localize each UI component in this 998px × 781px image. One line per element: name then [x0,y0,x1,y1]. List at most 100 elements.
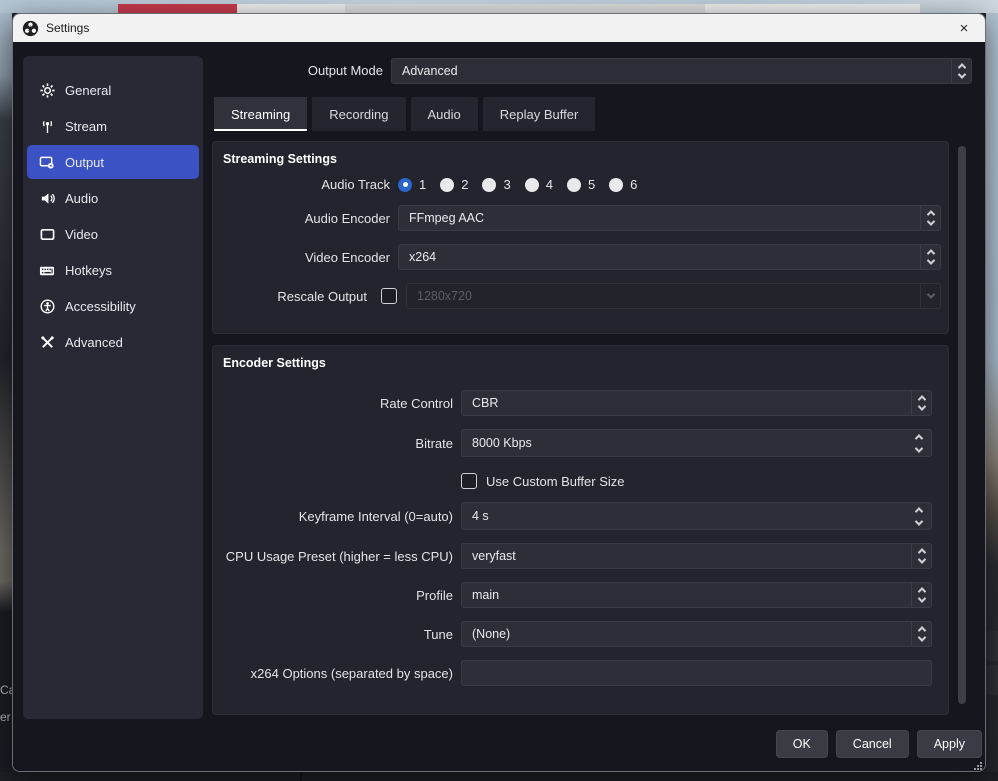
bitrate-label: Bitrate [213,436,453,451]
video-encoder-label: Video Encoder [213,250,390,265]
tab-streaming[interactable]: Streaming [214,97,307,131]
background-button-fragment [986,665,998,695]
cancel-button[interactable]: Cancel [836,730,909,758]
spinner-icon[interactable] [911,544,931,568]
desktop-background-left [0,13,12,781]
sidebar-item-advanced[interactable]: Advanced [27,325,199,359]
spinner-icon[interactable] [920,206,940,230]
sidebar-item-video[interactable]: Video [27,217,199,251]
sidebar-item-label: Video [65,227,98,242]
rate-control-select[interactable]: CBR [461,390,932,416]
video-encoder-select[interactable]: x264 [398,244,941,270]
sidebar: General Stream Output Audio [23,56,203,719]
desktop-background-bottom [0,772,998,781]
resize-grip[interactable] [974,762,982,770]
tab-recording[interactable]: Recording [312,97,405,131]
keyframe-interval-spinbox[interactable]: 4 s [461,502,932,530]
bitrate-spinbox[interactable]: 8000 Kbps [461,429,932,457]
output-mode-select[interactable]: Advanced [391,58,972,84]
audio-encoder-select[interactable]: FFmpeg AAC [398,205,941,231]
output-mode-label: Output Mode [13,63,383,78]
cpu-preset-select[interactable]: veryfast [461,543,932,569]
settings-window: Settings × General Stream Output [12,13,986,772]
spinner-icon[interactable] [911,391,931,415]
cpu-preset-label: CPU Usage Preset (higher = less CPU) [213,549,453,564]
gear-icon [39,82,55,98]
sidebar-item-label: Audio [65,191,98,206]
rate-control-label: Rate Control [213,396,453,411]
tune-select[interactable]: (None) [461,621,932,647]
audio-track-radio-5[interactable]: 5 [567,177,595,192]
sidebar-item-label: Stream [65,119,107,134]
ok-button[interactable]: OK [776,730,828,758]
sidebar-item-label: Advanced [65,335,123,350]
tab-audio[interactable]: Audio [411,97,478,131]
sidebar-item-audio[interactable]: Audio [27,181,199,215]
radio-icon [609,178,623,192]
encoder-settings-group: Encoder Settings Rate Control CBR Bitrat… [212,345,949,715]
output-tabs: Streaming Recording Audio Replay Buffer [214,97,595,131]
radio-selected-icon [398,178,412,192]
obs-logo-icon [22,20,39,37]
sidebar-item-label: Hotkeys [65,263,112,278]
antenna-icon [39,118,55,134]
spinner-icon[interactable] [920,245,940,269]
rescale-output-checkbox[interactable] [381,288,397,304]
accessibility-icon [39,298,55,314]
spinner-icon[interactable] [911,622,931,646]
titlebar[interactable]: Settings × [13,14,985,42]
tools-icon [39,334,55,350]
encoder-settings-title: Encoder Settings [213,346,948,370]
audio-track-radio-4[interactable]: 4 [525,177,553,192]
audio-track-radio-group: 1 2 3 4 5 6 [398,177,637,192]
chevron-down-icon [920,284,940,308]
sidebar-item-label: Output [65,155,104,170]
sidebar-item-output[interactable]: Output [27,145,199,179]
radio-icon [567,178,581,192]
profile-label: Profile [213,588,453,603]
rescale-output-label: Rescale Output [213,289,367,304]
sidebar-item-accessibility[interactable]: Accessibility [27,289,199,323]
background-browser-tab [118,4,237,13]
output-icon [39,154,55,170]
sidebar-item-label: General [65,83,111,98]
output-mode-value: Advanced [402,64,458,78]
speaker-icon [39,190,55,206]
sidebar-item-general[interactable]: General [27,73,199,107]
audio-track-radio-3[interactable]: 3 [482,177,510,192]
audio-track-radio-6[interactable]: 6 [609,177,637,192]
rescale-resolution-select: 1280x720 [406,283,941,309]
background-text-fragment: Ca [0,683,12,697]
x264-options-input[interactable] [461,660,932,686]
audio-track-radio-2[interactable]: 2 [440,177,468,192]
sidebar-item-hotkeys[interactable]: Hotkeys [27,253,199,287]
footer-buttons: OK Cancel Apply [13,730,982,758]
profile-select[interactable]: main [461,582,932,608]
spinner-icon[interactable] [911,583,931,607]
tab-replay-buffer[interactable]: Replay Buffer [483,97,596,131]
spinner-icon[interactable] [951,59,971,83]
audio-track-label: Audio Track [213,177,390,192]
vertical-scrollbar[interactable] [958,146,966,704]
radio-icon [440,178,454,192]
window-title: Settings [46,21,89,35]
background-button-fragment [986,631,998,661]
audio-encoder-label: Audio Encoder [213,211,390,226]
apply-button[interactable]: Apply [917,730,982,758]
settings-content: General Stream Output Audio [13,42,985,772]
background-divider [300,772,302,781]
streaming-settings-title: Streaming Settings [213,142,948,166]
spinner-icon[interactable] [907,503,931,529]
keyframe-interval-label: Keyframe Interval (0=auto) [213,509,453,524]
background-bar-segment [345,4,705,13]
sidebar-item-label: Accessibility [65,299,136,314]
audio-track-radio-1[interactable]: 1 [398,177,426,192]
use-custom-buffer-checkbox[interactable] [461,473,477,489]
x264-options-label: x264 Options (separated by space) [213,666,453,681]
background-text-fragment: er [0,710,12,724]
close-button[interactable]: × [943,14,985,42]
sidebar-item-stream[interactable]: Stream [27,109,199,143]
spinner-icon[interactable] [907,430,931,456]
keyboard-icon [39,262,55,278]
tune-label: Tune [213,627,453,642]
